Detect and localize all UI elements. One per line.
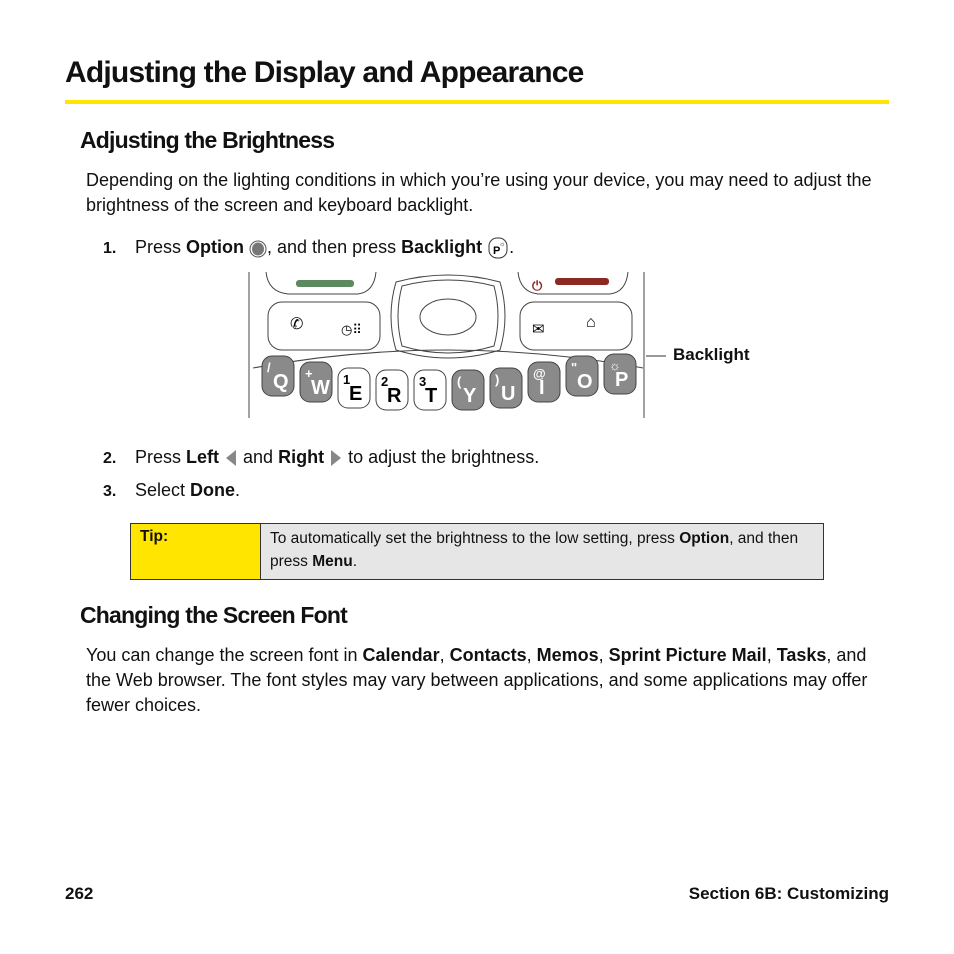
section-heading-brightness: Adjusting the Brightness: [80, 127, 335, 153]
right-arrow-icon: [331, 450, 342, 467]
tip-box: Tip: To automatically set the brightness…: [130, 523, 824, 580]
title-rule: [65, 100, 889, 104]
green-call-key: [296, 280, 354, 287]
svg-text:E: E: [349, 383, 362, 405]
key-t: 3T: [413, 369, 447, 411]
step-2: 2. Press Left and Right to adjust the bri…: [103, 447, 540, 467]
center-select-key: [419, 298, 477, 336]
svg-text:W: W: [311, 377, 330, 399]
power-icon: ⏻: [532, 278, 543, 293]
key-p: ☼P: [603, 353, 637, 395]
key-u: )U: [489, 367, 523, 409]
key-o: "O: [565, 355, 599, 397]
calendar-icon: ◷⠿: [341, 322, 362, 337]
mail-icon: ✉: [532, 321, 545, 338]
section-heading-font: Changing the Screen Font: [80, 602, 348, 628]
phone-icon: ✆: [290, 316, 303, 333]
key-r: 2R: [375, 369, 409, 411]
svg-text:I: I: [539, 377, 545, 399]
home-icon: ⌂: [586, 314, 596, 331]
tip-label: Tip:: [131, 524, 261, 579]
svg-text:T: T: [425, 385, 437, 407]
svg-text:U: U: [501, 383, 515, 405]
svg-text:P: P: [615, 369, 628, 391]
option-key-icon: [249, 240, 267, 258]
step-3: 3. Select Done.: [103, 480, 241, 500]
svg-text:☼: ☼: [499, 241, 505, 248]
backlight-callout: Backlight: [673, 345, 750, 364]
intro-paragraph: Depending on the lighting conditions in …: [86, 170, 872, 215]
step-1: 1. Press Option , and then press Backligh…: [103, 235, 514, 261]
red-end-key: [555, 278, 609, 285]
svg-text:Q: Q: [273, 371, 289, 393]
key-w: +W: [299, 361, 333, 403]
tip-text: To automatically set the brightness to t…: [261, 524, 823, 579]
svg-text:O: O: [577, 371, 593, 393]
page-title: Adjusting the Display and Appearance: [65, 56, 584, 89]
font-paragraph: You can change the screen font in Calend…: [86, 645, 868, 715]
svg-text:R: R: [387, 385, 402, 407]
key-i: @I: [527, 361, 561, 403]
section-label: Section 6B: Customizing: [688, 884, 889, 903]
svg-text:Y: Y: [463, 385, 477, 407]
key-y: (Y: [451, 369, 485, 411]
svg-text:/: /: [267, 360, 271, 375]
page-number: 262: [65, 884, 94, 903]
backlight-key-icon: P☼: [488, 237, 508, 259]
key-e: 1E: [337, 367, 371, 409]
key-q: /Q: [261, 355, 295, 397]
svg-text:): ): [495, 372, 499, 387]
svg-text:(: (: [457, 374, 462, 389]
left-arrow-icon: [226, 450, 237, 467]
